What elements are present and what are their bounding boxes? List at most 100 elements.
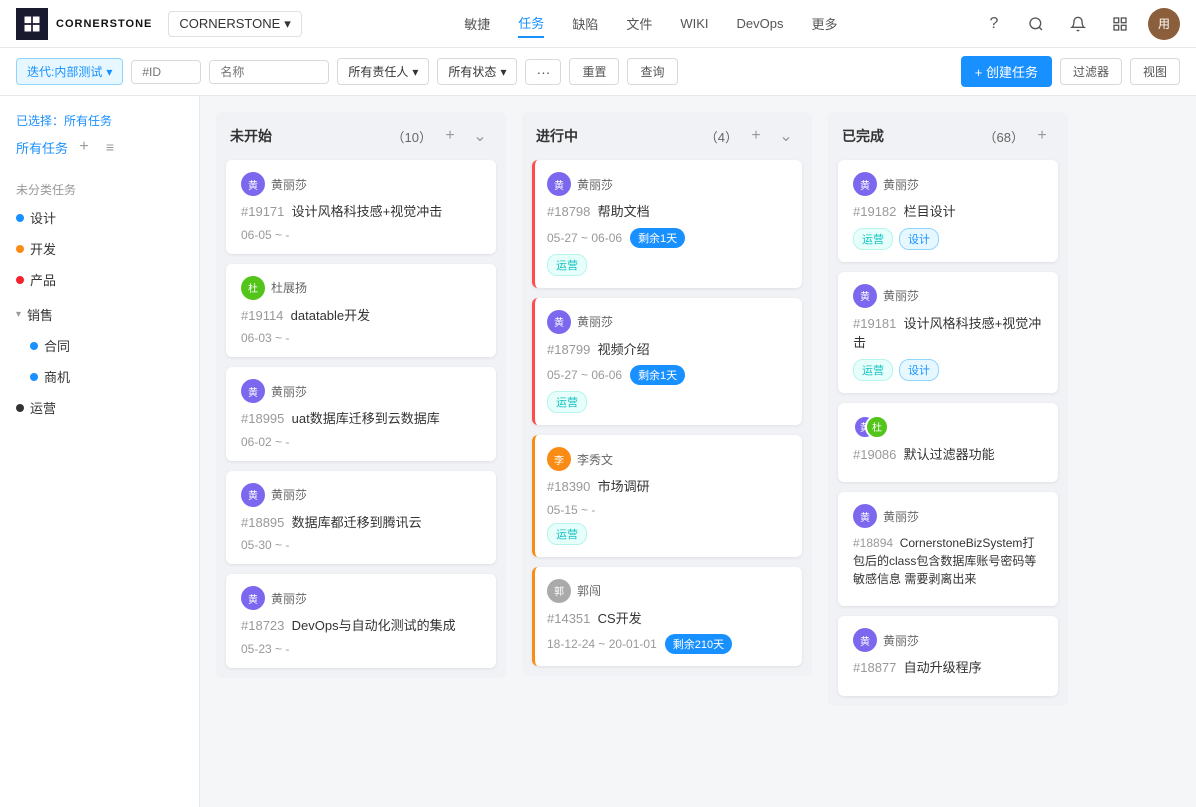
avatar-19171: 黄 [241,172,265,196]
tag-ops-19182: 运营 [853,228,893,250]
sidebar-list-button[interactable]: ≡ [100,137,120,157]
sidebar-item-dev[interactable]: 开发 [0,233,199,264]
date-18723: 05-23 ~ - [241,642,484,656]
status-chevron: ▾ [500,65,506,79]
sidebar-item-opportunity[interactable]: 商机 [0,361,199,392]
sidebar-item-product[interactable]: 产品 [0,264,199,295]
id-filter-input[interactable] [131,60,201,84]
title-19086: #19086 默认过滤器功能 [853,445,1046,465]
nav-app-chevron: ▾ [284,16,291,32]
card-18723: 黄 黄丽莎 #18723 DevOps与自动化测试的集成 05-23 ~ - [226,574,496,668]
owner-selector[interactable]: 所有责任人 ▾ [337,58,429,85]
sidebar-item-contract[interactable]: 合同 [0,330,199,361]
col-more-in-progress[interactable]: ⌄ [774,124,798,148]
nav-link-bug[interactable]: 缺陷 [572,10,598,37]
sidebar-header: 已选择：所有任务 所有任务 + ≡ [0,112,199,169]
title-19182: #19182 栏目设计 [853,202,1046,222]
filter-bar: 迭代:内部测试 ▾ 所有责任人 ▾ 所有状态 ▾ ··· 重置 查询 + 创建任… [0,48,1196,96]
avatar-18723: 黄 [241,586,265,610]
more-filters-button[interactable]: ··· [525,59,561,85]
tag-ops-18799: 运营 [547,391,587,413]
avatar-18799: 黄 [547,310,571,334]
title-18799: #18799 视频介绍 [547,340,790,360]
nav-link-devops[interactable]: DevOps [737,12,784,35]
title-14351: #14351 CS开发 [547,609,790,629]
iteration-selector[interactable]: 迭代:内部测试 ▾ [16,58,123,85]
nav-app-selector[interactable]: CORNERSTONE ▾ [168,11,301,37]
filter-button[interactable]: 过滤器 [1060,58,1122,85]
username-14351: 郭闯 [577,582,601,599]
logo-text: CORNERSTONE [56,18,152,30]
title-18723: #18723 DevOps与自动化测试的集成 [241,616,484,636]
top-nav: CORNERSTONE CORNERSTONE ▾ 敏捷 任务 缺陷 文件 WI… [0,0,1196,48]
title-18798: #18798 帮助文档 [547,202,790,222]
status-selector[interactable]: 所有状态 ▾ [437,58,517,85]
create-task-button[interactable]: + 创建任务 [961,56,1052,87]
sidebar-item-design[interactable]: 设计 [0,202,199,233]
nav-link-file[interactable]: 文件 [626,10,652,37]
sidebar-item-operations[interactable]: 运营 [0,392,199,423]
sidebar-add-button[interactable]: + [74,137,94,157]
username-19182: 黄丽莎 [883,176,919,193]
nav-link-more[interactable]: 更多 [811,10,837,37]
col-more-not-started[interactable]: ⌄ [468,124,492,148]
column-not-started: 未开始 （10） + ⌄ 黄 黄丽莎 #19171 设计风格科技感+视觉冲击 0… [216,112,506,678]
card-19181: 黄 黄丽莎 #19181 设计风格科技感+视觉冲击 运营 设计 [838,272,1058,393]
dev-dot [16,245,24,253]
date-18895: 05-30 ~ - [241,538,484,552]
column-in-progress: 进行中 （4） + ⌄ 黄 黄丽莎 #18798 帮助文档 [522,112,812,676]
avatar2-19086: 杜 [865,415,889,439]
grid-icon[interactable] [1106,10,1134,38]
date-18798: 05-27 ~ 06-06 [547,231,622,245]
card-19182: 黄 黄丽莎 #19182 栏目设计 运营 设计 [838,160,1058,262]
tag-ops-19181: 运营 [853,359,893,381]
card-18877: 黄 黄丽莎 #18877 自动升级程序 [838,616,1058,696]
badge-18799: 剩余1天 [630,365,685,385]
tag-design-19182: 设计 [899,228,939,250]
date-14351: 18-12-24 ~ 20-01-01 [547,637,657,651]
title-18877: #18877 自动升级程序 [853,658,1046,678]
card-19171: 黄 黄丽莎 #19171 设计风格科技感+视觉冲击 06-05 ~ - [226,160,496,254]
username-18894: 黄丽莎 [883,508,919,525]
nav-link-task[interactable]: 任务 [518,9,544,38]
username-19171: 黄丽莎 [271,176,307,193]
reset-button[interactable]: 重置 [569,58,619,85]
col-add-not-started[interactable]: + [438,124,462,148]
nav-right: ? 用 [980,8,1180,40]
user-avatar[interactable]: 用 [1148,8,1180,40]
username-18877: 黄丽莎 [883,632,919,649]
avatar-19182: 黄 [853,172,877,196]
card-14351: 郭 郭闯 #14351 CS开发 18-12-24 ~ 20-01-01 剩余2… [532,567,802,667]
col-header-completed: 已完成 （68） + [828,112,1068,160]
username-18995: 黄丽莎 [271,383,307,400]
username-18895: 黄丽莎 [271,486,307,503]
sidebar-sales-header[interactable]: ▾ 销售 [0,299,199,330]
col-add-in-progress[interactable]: + [744,124,768,148]
avatar-18895: 黄 [241,483,265,507]
col-cards-completed: 黄 黄丽莎 #19182 栏目设计 运营 设计 黄 [828,160,1068,706]
bell-icon[interactable] [1064,10,1092,38]
title-18390: #18390 市场调研 [547,477,790,497]
sidebar-group-sales: ▾ 销售 合同 商机 [0,299,199,392]
badge-18798: 剩余1天 [630,228,685,248]
view-button[interactable]: 视图 [1130,58,1180,85]
opportunity-dot [30,373,38,381]
username-18390: 李秀文 [577,451,613,468]
nav-link-wiki[interactable]: WIKI [680,12,708,35]
nav-link-agile[interactable]: 敏捷 [464,10,490,37]
sidebar-unclassified[interactable]: 未分类任务 [0,177,199,202]
help-icon[interactable]: ? [980,10,1008,38]
query-button[interactable]: 查询 [627,58,677,85]
name-filter-input[interactable] [209,60,329,84]
sidebar-selected-label: 已选择：所有任务 [16,112,183,129]
title-18894: #18894 CornerstoneBizSystem打包后的class包含数据… [853,534,1046,588]
title-19114: #19114 datatable开发 [241,306,484,326]
col-add-completed[interactable]: + [1030,124,1054,148]
date-18995: 06-02 ~ - [241,435,484,449]
card-18798: 黄 黄丽莎 #18798 帮助文档 05-27 ~ 06-06 剩余1天 运营 [532,160,802,288]
column-completed: 已完成 （68） + 黄 黄丽莎 #19182 栏目设计 运营 [828,112,1068,706]
sidebar-all-tasks[interactable]: 所有任务 [16,138,68,157]
date-19171: 06-05 ~ - [241,228,484,242]
search-icon[interactable] [1022,10,1050,38]
avatar-18877: 黄 [853,628,877,652]
